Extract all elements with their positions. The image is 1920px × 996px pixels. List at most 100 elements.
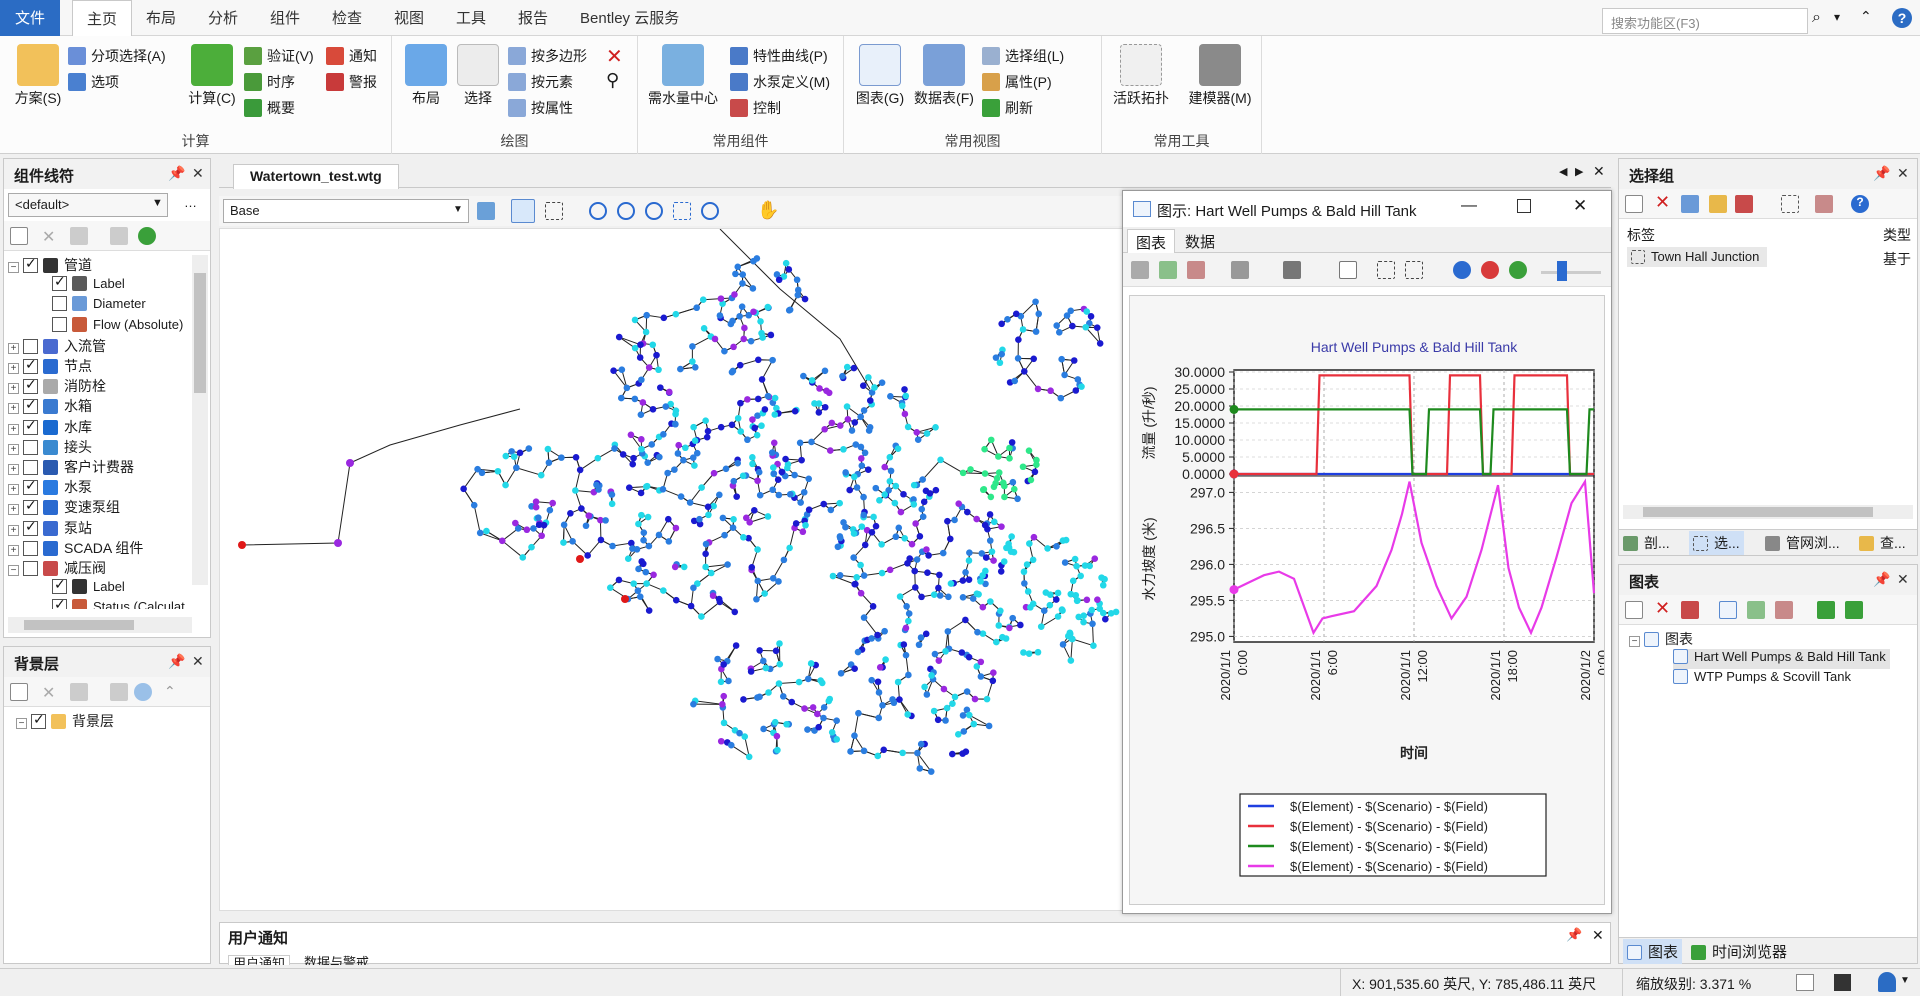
pin-icon[interactable]: 📌 <box>168 653 185 670</box>
menu-tab-layout[interactable]: 布局 <box>132 0 190 36</box>
symbology-tree-item[interactable]: Label <box>52 578 125 598</box>
expand-icon[interactable]: + <box>8 464 19 475</box>
close-icon[interactable]: ✕ <box>1897 165 1909 182</box>
modeler-button[interactable]: 建模器(M) <box>1182 44 1258 107</box>
scroll-left-icon[interactable]: ◀ <box>1559 165 1567 178</box>
tab-query[interactable]: 查... <box>1859 533 1906 553</box>
graph-button[interactable]: 图表(G) <box>852 44 908 107</box>
rename-icon[interactable] <box>70 227 88 245</box>
expand-icon[interactable]: + <box>8 383 19 394</box>
checkbox[interactable] <box>23 460 38 475</box>
by-polygon-button[interactable]: 按多边形 <box>508 44 587 68</box>
expand-icon[interactable]: + <box>8 504 19 515</box>
refresh-button[interactable]: 刷新 <box>982 96 1033 120</box>
binoculars-icon[interactable]: ⚲ <box>606 70 619 91</box>
save-icon[interactable] <box>1834 974 1851 991</box>
menu-tab-components[interactable]: 组件 <box>256 0 314 36</box>
chevron-down-icon[interactable]: ▼ <box>1900 975 1910 986</box>
close-icon[interactable]: ✕ <box>1592 927 1604 944</box>
tab-profile[interactable]: 剖... <box>1623 533 1670 553</box>
checkbox[interactable] <box>52 276 67 291</box>
expand-icon[interactable]: + <box>8 363 19 374</box>
symbology-tree-item[interactable]: Status (Calculat <box>52 598 185 609</box>
edit-icon[interactable] <box>1709 195 1727 213</box>
tab-network-browser[interactable]: 管网浏... <box>1765 533 1840 553</box>
horizontal-scrollbar[interactable] <box>8 617 192 633</box>
checkbox[interactable] <box>31 714 46 729</box>
edit-icon[interactable] <box>110 227 128 245</box>
active-topology-button[interactable]: 活跃拓扑 <box>1106 44 1176 107</box>
zoom-in-icon[interactable] <box>589 202 607 220</box>
datatable-button[interactable]: 数据表(F) <box>912 44 976 107</box>
symbology-tree-item[interactable]: +变速泵组 <box>8 497 120 517</box>
close-icon[interactable]: ✕ <box>1593 163 1605 180</box>
symbology-tree-item[interactable]: +SCADA 组件 <box>8 538 143 558</box>
add-series-icon[interactable] <box>1747 601 1765 619</box>
duplicate-icon[interactable] <box>1681 195 1699 213</box>
zoom-window-icon[interactable] <box>1405 261 1423 279</box>
symbology-tree-item[interactable]: +入流管 <box>8 336 106 356</box>
checkbox[interactable] <box>23 440 38 455</box>
menu-tab-view[interactable]: 视图 <box>380 0 438 36</box>
expand-icon[interactable]: + <box>8 403 19 414</box>
help-icon[interactable]: ? <box>1851 195 1869 213</box>
chevron-down-icon[interactable]: ▾ <box>1834 10 1840 24</box>
background-layer-root[interactable]: −背景层 <box>16 711 114 731</box>
chart-options-icon[interactable] <box>1231 261 1249 279</box>
checkbox[interactable] <box>52 599 67 609</box>
menu-tab-file[interactable]: 文件 <box>0 0 60 36</box>
query-icon[interactable] <box>1815 195 1833 213</box>
delete-icon[interactable]: ✕ <box>42 683 60 701</box>
checkbox[interactable] <box>23 399 38 414</box>
collapse-all-icon[interactable] <box>1845 601 1863 619</box>
symbology-tree-item[interactable]: +客户计费器 <box>8 457 134 477</box>
symbology-tree-item[interactable]: +泵站 <box>8 518 92 538</box>
pump-def-button[interactable]: 水泵定义(M) <box>730 70 830 94</box>
checkbox[interactable] <box>23 339 38 354</box>
expand-icon[interactable]: + <box>8 545 19 556</box>
layout-button[interactable]: 布局 <box>404 44 448 107</box>
expand-icon[interactable]: + <box>8 525 19 536</box>
horizontal-scrollbar[interactable] <box>1623 505 1913 519</box>
checkbox[interactable] <box>23 480 38 495</box>
symbology-tree-item[interactable]: Flow (Absolute) <box>52 316 183 336</box>
properties-button[interactable]: 属性(P) <box>982 70 1052 94</box>
symbology-tree-item[interactable]: +水箱 <box>8 396 92 416</box>
time-slider[interactable] <box>1541 271 1601 274</box>
symbology-tree-item[interactable]: +消防栓 <box>8 376 106 396</box>
rename-icon[interactable] <box>1735 195 1753 213</box>
alarm-button[interactable]: 警报 <box>326 70 377 94</box>
close-icon[interactable]: ✕ <box>192 165 204 182</box>
compute-button[interactable]: 计算(C) <box>184 44 240 107</box>
zoom-to-icon[interactable] <box>134 683 152 701</box>
menu-tab-report[interactable]: 报告 <box>504 0 562 36</box>
close-icon[interactable]: ✕ <box>192 653 204 670</box>
time-slider-handle[interactable] <box>1557 261 1567 281</box>
tab-data[interactable]: 数据 <box>1177 231 1223 252</box>
print-icon[interactable] <box>1283 261 1301 279</box>
select-cursor-icon[interactable] <box>511 199 535 223</box>
search-icon[interactable]: ⌕ <box>1812 9 1821 27</box>
pin-icon[interactable]: 📌 <box>168 165 185 182</box>
delete-icon[interactable]: ✕ <box>1655 598 1673 616</box>
delete-icon[interactable]: ✕ <box>606 44 623 69</box>
tab-data-warnings[interactable]: 数据与警戒 <box>300 955 373 965</box>
new-icon[interactable] <box>10 227 28 245</box>
expand-icon[interactable]: + <box>8 484 19 495</box>
vertical-scrollbar[interactable] <box>192 255 208 585</box>
tab-time-browser[interactable]: 时间浏览器 <box>1691 941 1787 962</box>
collapse-ribbon-icon[interactable]: ⌃ <box>1860 8 1872 25</box>
chevron-down-icon[interactable]: ▼ <box>453 204 463 215</box>
graph-item[interactable]: WTP Pumps & Scovill Tank <box>1673 669 1851 689</box>
scenario-manager-icon[interactable] <box>477 202 495 220</box>
move-up-icon[interactable]: ⌃ <box>164 683 182 701</box>
demand-center-button[interactable]: 需水量中心 <box>646 44 720 107</box>
delete-icon[interactable]: ✕ <box>1655 192 1673 210</box>
checkbox[interactable] <box>52 296 67 311</box>
tab-graphs[interactable]: 图表 <box>1623 939 1682 964</box>
add-series-icon[interactable] <box>1159 261 1177 279</box>
maximize-icon[interactable] <box>1517 199 1531 213</box>
ribbon-search-input[interactable]: 搜索功能区(F3) <box>1602 8 1808 34</box>
symbology-tree-item[interactable]: +节点 <box>8 356 92 376</box>
menu-tab-home[interactable]: 主页 <box>72 0 132 37</box>
